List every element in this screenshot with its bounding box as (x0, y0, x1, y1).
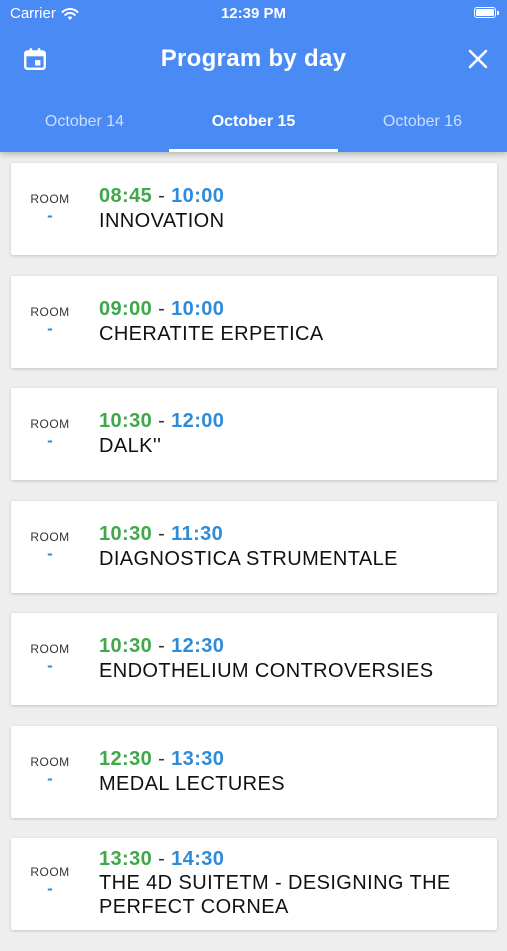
session-time: 10:30 - 11:30 (99, 523, 223, 546)
session-title: CHERATITE ERPETICA (99, 322, 324, 345)
time-separator: - (158, 185, 166, 207)
start-time: 09:00 (99, 297, 153, 320)
start-time: 10:30 (99, 635, 153, 657)
room-value: - (47, 656, 53, 675)
room-label: ROOM (30, 304, 70, 319)
session-title: ENDOTHELIUM CONTROVERSIES (99, 660, 434, 682)
session-card[interactable]: ROOM - 12:30 - 13:30 MEDAL LECTURES (11, 725, 497, 818)
room-value: - (47, 318, 53, 338)
status-bar: Carrier 12:39 PM (0, 0, 507, 28)
room-label: ROOM (30, 754, 70, 769)
end-time: 14:30 (171, 848, 225, 870)
battery-icon (474, 7, 499, 18)
end-time: 12:00 (171, 410, 225, 432)
end-time: 10:00 (171, 297, 225, 320)
status-time: 12:39 PM (220, 5, 287, 22)
room-label: ROOM (30, 192, 70, 206)
tab-october-14[interactable]: October 14 (0, 100, 169, 152)
session-title: THE 4D SUITETM - DESIGNING THE PERFECT C… (99, 872, 451, 918)
session-time: 09:00 - 10:00 (99, 298, 224, 321)
room-value: - (47, 543, 53, 563)
tab-label: October 15 (211, 113, 296, 130)
session-time: 10:30 - 12:00 (99, 410, 224, 433)
session-card[interactable]: ROOM - 10:30 - 12:30 ENDOTHELIUM CONTROV… (11, 613, 497, 705)
room-value: - (47, 768, 53, 788)
session-title: MEDAL LECTURES (99, 772, 286, 795)
day-tabs: October 14 October 15 October 16 (0, 100, 507, 152)
tab-label: October 14 (44, 113, 125, 130)
time-separator: - (158, 410, 166, 432)
room-label: ROOM (30, 865, 70, 879)
room-label: ROOM (30, 417, 70, 431)
session-card[interactable]: ROOM - 10:30 - 12:00 DALK'' (11, 388, 497, 480)
session-time: 08:45 - 10:00 (99, 185, 224, 208)
tab-october-16[interactable]: October 16 (338, 100, 507, 152)
session-title: DALK'' (99, 435, 162, 457)
app-header: Carrier 12:39 PM Program by day October … (0, 0, 507, 152)
time-separator: - (158, 635, 166, 657)
session-card[interactable]: ROOM - 09:00 - 10:00 CHERATITE ERPETICA (11, 275, 497, 368)
close-icon[interactable] (467, 48, 489, 70)
time-separator: - (158, 747, 166, 770)
session-time: 10:30 - 12:30 (99, 635, 224, 658)
session-card[interactable]: ROOM - 08:45 - 10:00 INNOVATION (11, 163, 497, 255)
title-row: Program by day (0, 38, 507, 82)
end-time: 11:30 (171, 522, 224, 545)
start-time: 08:45 (99, 185, 153, 207)
start-time: 10:30 (99, 522, 153, 545)
tab-label: October 16 (382, 113, 463, 130)
end-time: 13:30 (171, 747, 225, 770)
time-separator: - (158, 297, 166, 320)
end-time: 10:00 (171, 185, 225, 207)
start-time: 10:30 (99, 410, 153, 432)
session-time: 13:30 - 14:30 (99, 848, 224, 871)
start-time: 13:30 (99, 848, 153, 870)
session-list: ROOM - 08:45 - 10:00 INNOVATION ROOM - 0… (11, 163, 497, 951)
session-card[interactable]: ROOM - 13:30 - 14:30 THE 4D SUITETM - DE… (11, 838, 497, 930)
room-label: ROOM (30, 642, 70, 656)
start-time: 12:30 (99, 747, 153, 770)
page-title: Program by day (160, 45, 347, 72)
time-separator: - (158, 522, 166, 545)
room-value: - (47, 431, 53, 450)
session-title: DIAGNOSTICA STRUMENTALE (99, 547, 398, 570)
session-card[interactable]: ROOM - 10:30 - 11:30 DIAGNOSTICA STRUMEN… (11, 500, 497, 593)
session-time: 12:30 - 13:30 (99, 748, 224, 771)
time-separator: - (158, 848, 166, 870)
end-time: 12:30 (171, 635, 225, 657)
room-label: ROOM (30, 529, 70, 544)
session-title: INNOVATION (99, 210, 225, 232)
tab-october-15[interactable]: October 15 (169, 100, 338, 152)
room-value: - (47, 206, 53, 225)
room-value: - (47, 879, 53, 898)
